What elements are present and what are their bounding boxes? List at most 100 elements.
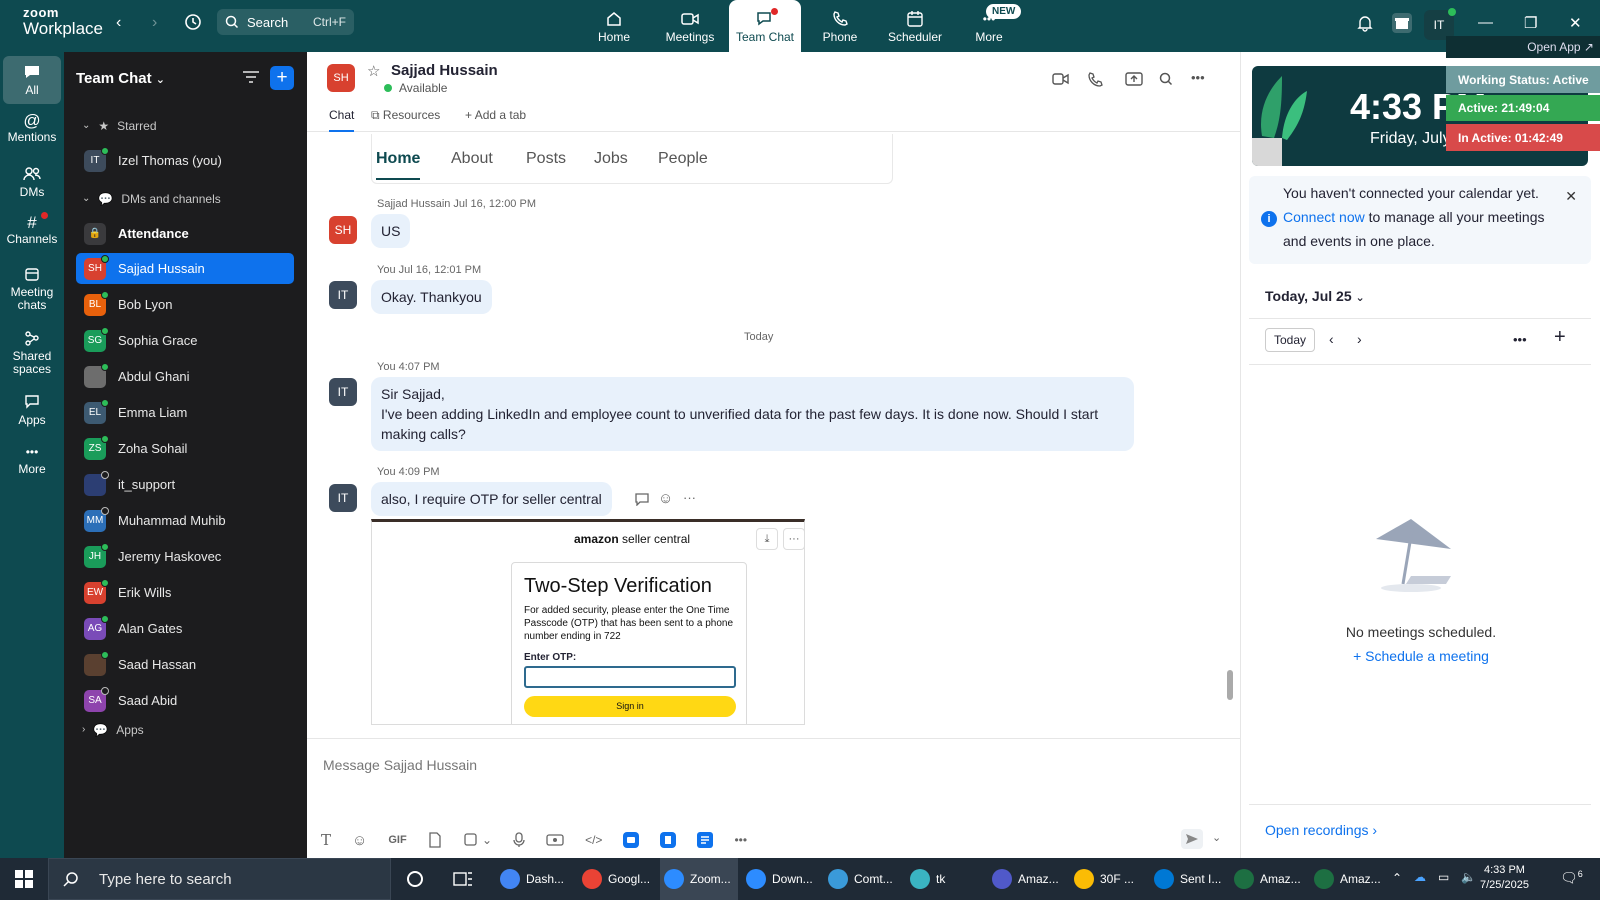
sidebar-item-contact[interactable]: SH Sajjad Hussain [76,253,294,284]
file-icon[interactable] [428,832,442,848]
gif-button[interactable]: GIF [388,834,406,846]
avatar[interactable]: IT [329,281,357,309]
taskbar-app[interactable]: 30F ... [1070,858,1148,900]
emoji-icon[interactable]: ☺ [352,832,367,849]
message-bubble[interactable]: US [371,214,411,248]
message-composer[interactable]: Message Sajjad Hussain T ☺ GIF ⌄ </> •••… [307,738,1240,858]
open-app-button[interactable]: Open App ↗ [1446,36,1600,58]
rail-meeting-chats[interactable]: Meeting chats [3,266,61,312]
app-icon-docs[interactable] [660,832,677,848]
phone-call-icon[interactable] [1087,72,1103,88]
onedrive-icon[interactable]: ☁ [1414,870,1426,884]
taskbar-app[interactable]: Amaz... [1230,858,1308,900]
back-arrow-icon[interactable]: ‹ [116,14,121,32]
more-options-icon[interactable]: ••• [734,833,747,847]
rail-mentions[interactable]: @ Mentions [3,112,61,144]
sidebar-item-contact[interactable]: Saad Hassan [76,649,294,680]
chevron-down-icon[interactable]: ⌄ [1212,831,1221,844]
taskbar-app[interactable]: Amaz... [1310,858,1388,900]
taskbar-app[interactable]: Googl... [578,858,656,900]
taskbar-app[interactable]: Comt... [824,858,902,900]
close-icon[interactable]: ✕ [1565,184,1577,208]
sidebar-item-contact[interactable]: ZS Zoha Sohail [76,433,294,464]
close-window-icon[interactable]: ✕ [1569,14,1582,32]
chevron-up-icon[interactable]: ⌃ [1392,871,1402,885]
sidebar-item-attendance[interactable]: 🔒 Attendance [76,218,294,249]
screenshot-attachment[interactable]: amazon seller central ⤓ ··· Two-Step Ver… [371,519,805,725]
message-bubble[interactable]: also, I require OTP for seller central [371,482,612,516]
connect-now-link[interactable]: Connect now [1283,209,1365,225]
taskbar-app[interactable]: Down... [742,858,820,900]
sidebar-item-contact[interactable]: it_support [76,469,294,500]
schedule-meeting-link[interactable]: + Schedule a meeting [1241,648,1600,664]
chat-scrollbar[interactable] [1227,670,1233,700]
tab-home[interactable]: Home [578,0,650,52]
sidebar-item-contact[interactable]: SG Sophia Grace [76,325,294,356]
taskbar-app[interactable]: Dash... [496,858,574,900]
notifications-icon[interactable]: 🗨6 [1560,869,1583,887]
tab-chat[interactable]: Chat [329,108,355,132]
app-icon-notes[interactable] [697,832,714,848]
screenshot-icon[interactable]: ⌄ [463,832,492,848]
forward-arrow-icon[interactable]: › [152,14,157,32]
card-tab-jobs[interactable]: Jobs [594,150,628,168]
tab-meetings[interactable]: Meetings [654,0,726,52]
filter-icon[interactable] [242,69,260,85]
taskbar-clock[interactable]: 4:33 PM 7/25/2025 [1480,863,1529,893]
contact-name[interactable]: Sajjad Hussain [391,62,498,79]
section-dms-channels[interactable]: ⌄ 💬 DMs and channels [74,183,292,214]
more-options-icon[interactable]: ••• [1191,70,1205,85]
sidebar-title[interactable]: Team Chat ⌄ [76,70,165,87]
rail-apps[interactable]: Apps [3,394,61,427]
text-format-icon[interactable]: T [321,831,331,849]
code-snippet-icon[interactable]: </> [585,833,602,847]
avatar[interactable]: IT [329,378,357,406]
tab-phone[interactable]: Phone [804,0,876,52]
today-button[interactable]: Today [1265,328,1315,352]
taskbar-app[interactable]: Zoom... [660,858,738,900]
message-bubble[interactable]: Sir Sajjad, I've been adding LinkedIn an… [371,377,1134,451]
app-icon-zoom[interactable] [623,832,640,848]
network-icon[interactable]: ▭ [1438,870,1449,884]
section-apps[interactable]: › 💬 Apps [74,714,292,745]
volume-icon[interactable]: 🔈 [1461,870,1476,884]
rail-dms[interactable]: DMs [3,166,61,199]
more-options-icon[interactable]: ··· [683,490,696,505]
sidebar-item-contact[interactable]: Abdul Ghani [76,361,294,392]
cortana-icon[interactable] [406,870,424,888]
tab-scheduler[interactable]: Scheduler [879,0,951,52]
open-recordings-link[interactable]: Open recordings › [1265,822,1377,838]
send-icon[interactable] [1181,829,1203,849]
rail-shared-spaces[interactable]: Shared spaces [3,330,61,376]
sidebar-item-contact[interactable]: AG Alan Gates [76,613,294,644]
sidebar-item-contact[interactable]: SA Saad Abid [76,685,294,716]
sidebar-item-contact[interactable]: BL Bob Lyon [76,289,294,320]
avatar[interactable]: IT [329,484,357,512]
tab-resources[interactable]: ⧉ Resources [371,108,440,132]
video-call-icon[interactable] [1052,72,1070,86]
history-icon[interactable] [184,13,202,31]
sidebar-item-izel-thomas[interactable]: IT Izel Thomas (you) [76,145,294,176]
windows-start-icon[interactable] [15,870,33,888]
add-event-icon[interactable]: + [1554,326,1566,349]
tab-team-chat[interactable]: Team Chat [729,0,801,52]
search-box[interactable]: Search Ctrl+F [217,9,354,35]
avatar[interactable]: SH [329,216,357,244]
chevron-right-icon[interactable]: › [1357,331,1362,347]
card-tab-posts[interactable]: Posts [526,150,566,168]
bell-icon[interactable] [1356,14,1374,32]
rail-channels[interactable]: # Channels [3,212,61,246]
microphone-icon[interactable] [513,832,525,848]
new-chat-button[interactable]: + [270,66,294,90]
sidebar-item-contact[interactable]: EW Erik Wills [76,577,294,608]
message-bubble[interactable]: Okay. Thankyou [371,280,492,314]
taskbar-app[interactable]: Amaz... [988,858,1066,900]
calendar-day-selector[interactable]: Today, Jul 25 ⌄ [1265,288,1365,304]
tab-add[interactable]: + Add a tab [465,108,526,132]
taskbar-app[interactable]: tk [906,858,984,900]
emoji-reaction-icon[interactable]: ☺ [658,490,673,507]
minimize-icon[interactable]: — [1478,14,1493,31]
sidebar-item-contact[interactable]: JH Jeremy Haskovec [76,541,294,572]
video-message-icon[interactable] [546,833,564,847]
sidebar-item-contact[interactable]: EL Emma Liam [76,397,294,428]
